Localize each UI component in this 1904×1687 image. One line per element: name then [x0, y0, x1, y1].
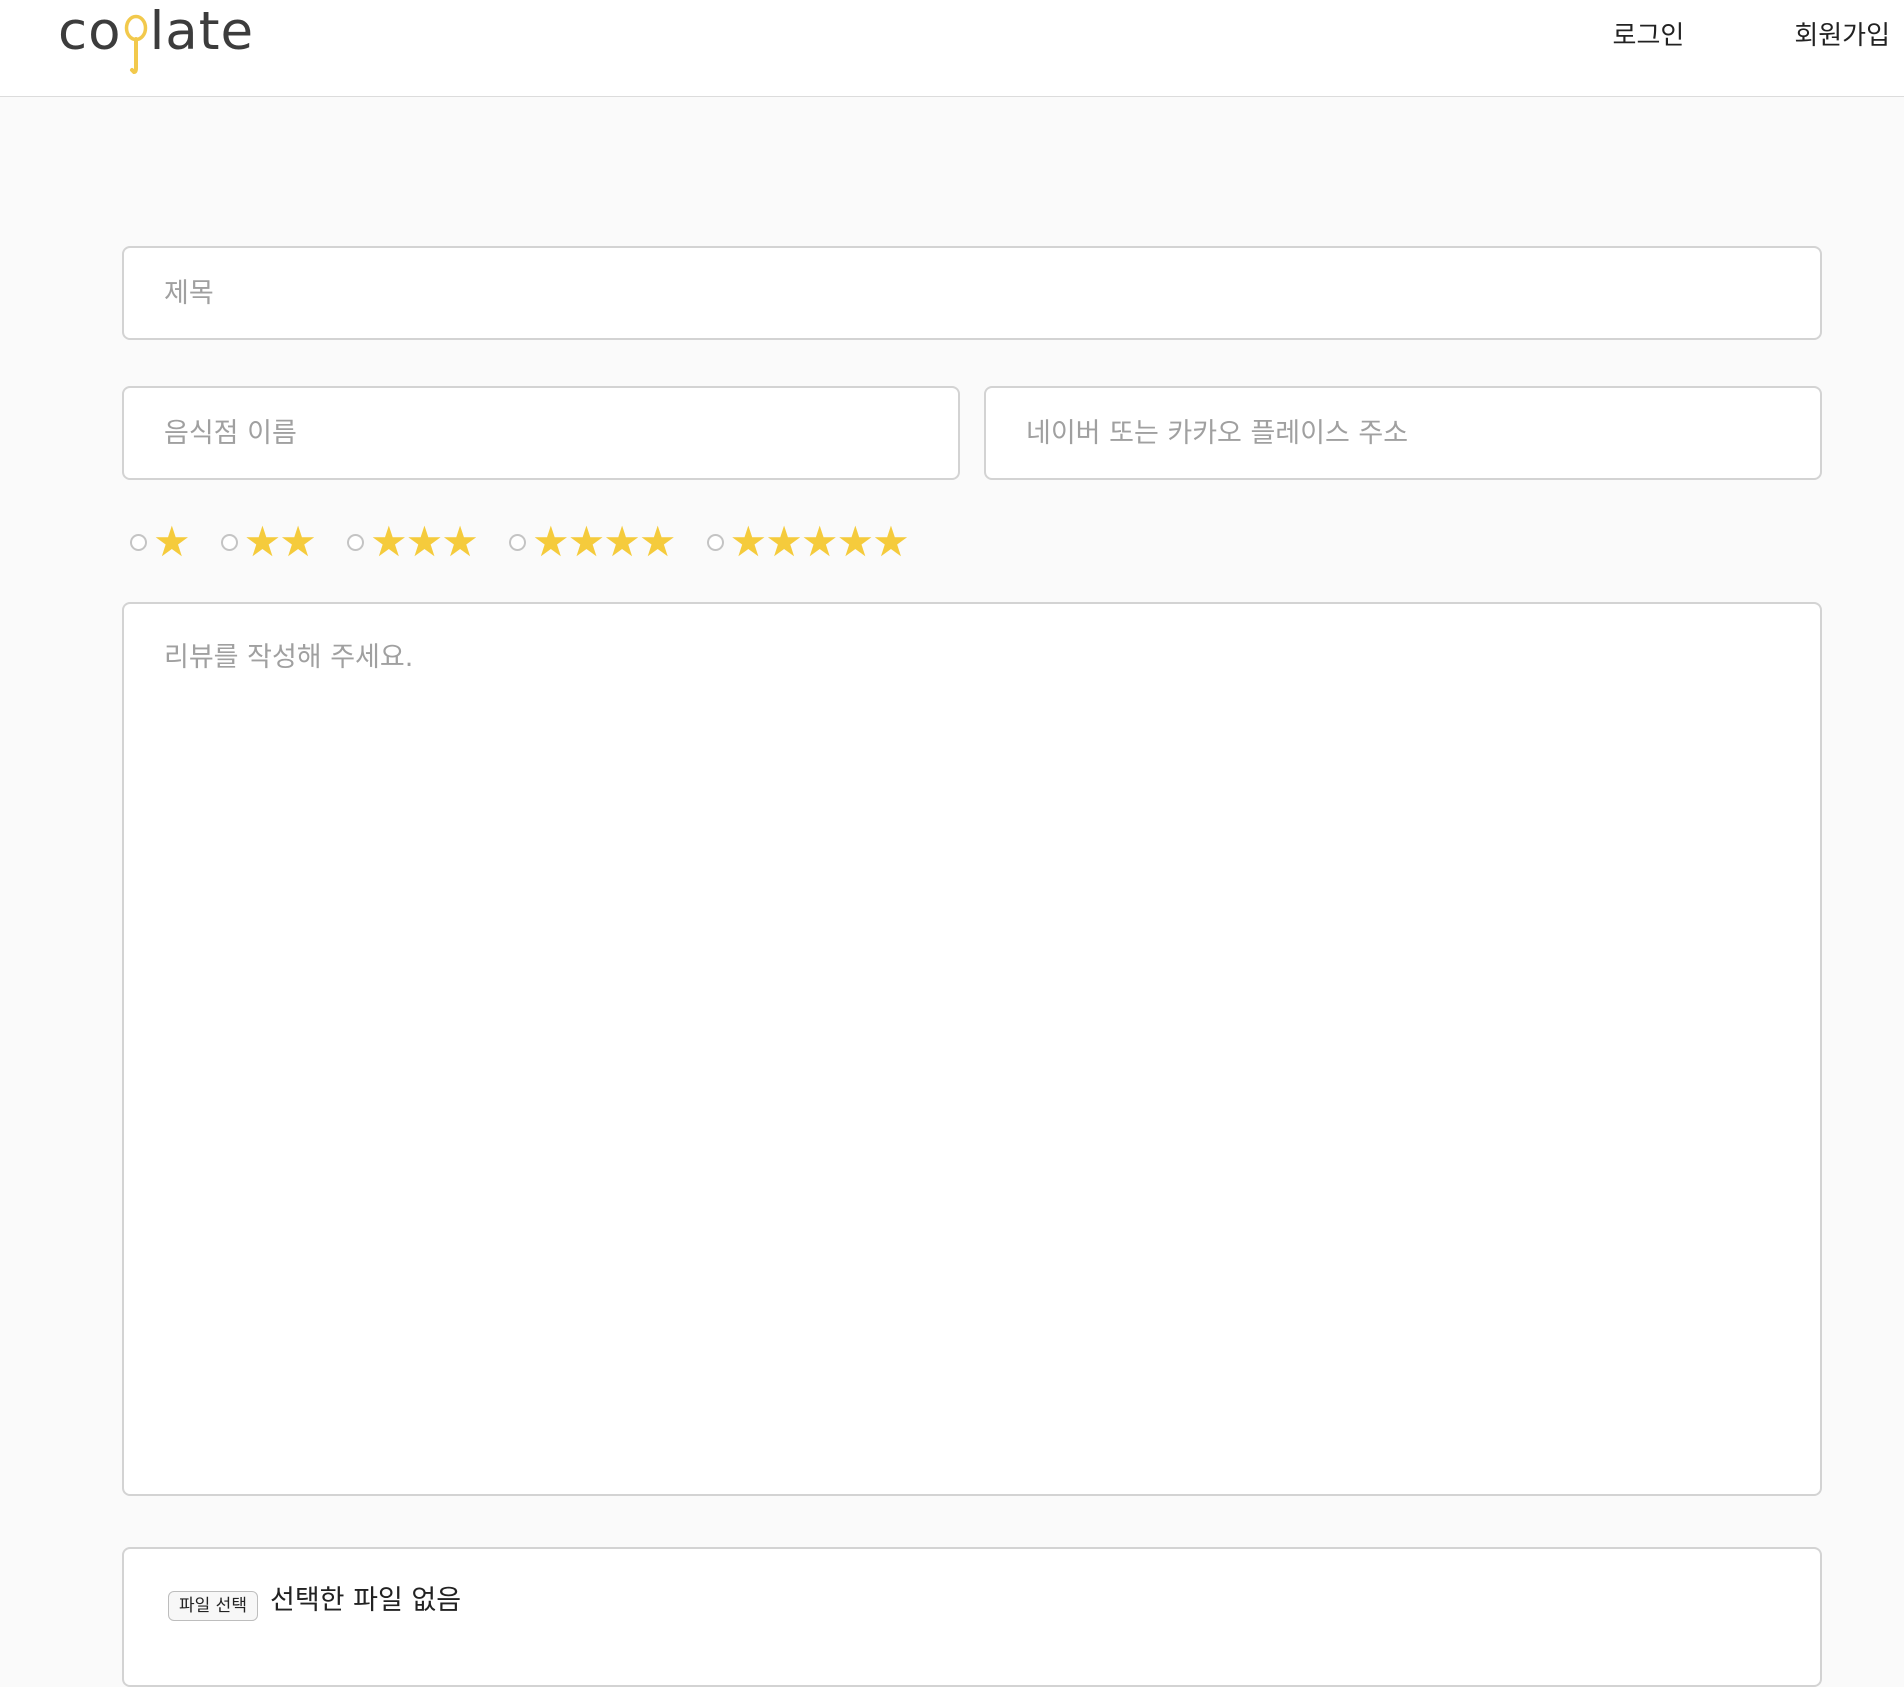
- rating-group: ★ ★★ ★★★ ★★★★ ★★★★★: [130, 518, 940, 566]
- file-select-button[interactable]: 파일 선택: [168, 1591, 258, 1621]
- star-icon: ★★: [243, 517, 317, 566]
- star-icon: ★★★★★: [729, 517, 910, 566]
- star-icon: ★★★: [369, 517, 479, 566]
- rating-radio-1[interactable]: [130, 533, 147, 551]
- review-textarea[interactable]: [122, 602, 1822, 1496]
- coolate-logo[interactable]: co late: [58, 2, 254, 82]
- rating-option-1[interactable]: ★: [130, 517, 191, 566]
- rating-radio-3[interactable]: [346, 533, 364, 551]
- rating-option-3[interactable]: ★★★: [346, 517, 479, 566]
- file-status-text: 선택한 파일 없음: [270, 1585, 462, 1616]
- logo-text-suffix: late: [149, 1, 255, 62]
- star-icon: ★: [153, 517, 191, 566]
- place-url-input[interactable]: [984, 386, 1822, 480]
- login-link[interactable]: 로그인: [1613, 18, 1685, 54]
- file-upload-box: 파일 선택 선택한 파일 없음: [122, 1547, 1822, 1687]
- star-icon: ★★★★: [531, 517, 677, 566]
- rating-option-2[interactable]: ★★: [220, 517, 317, 566]
- spoon-icon: [123, 2, 149, 75]
- rating-radio-2[interactable]: [220, 533, 238, 551]
- restaurant-name-input[interactable]: [122, 386, 960, 480]
- rating-radio-4[interactable]: [508, 533, 526, 551]
- rating-option-4[interactable]: ★★★★: [508, 517, 677, 566]
- signup-link[interactable]: 회원가입: [1794, 18, 1890, 54]
- rating-option-5[interactable]: ★★★★★: [706, 517, 910, 566]
- header-nav: 로그인 회원가입: [1613, 18, 1890, 54]
- title-input[interactable]: [122, 246, 1822, 340]
- logo-text-prefix: co: [58, 1, 122, 62]
- site-header: co late 로그인 회원가입: [0, 0, 1904, 97]
- rating-radio-5[interactable]: [706, 533, 724, 551]
